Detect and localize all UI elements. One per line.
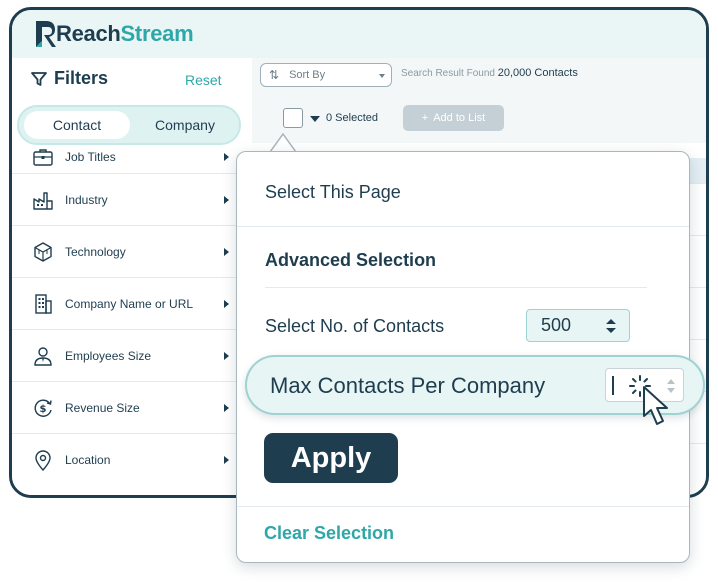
brand-name-part1: Reach	[56, 21, 121, 46]
sort-by-placeholder: Sort By	[289, 69, 326, 81]
divider	[265, 287, 647, 288]
brand-name: ReachStream	[56, 21, 194, 47]
advanced-selection-heading: Advanced Selection	[265, 250, 437, 270]
chevron-right-icon	[224, 299, 229, 308]
chevron-right-icon	[224, 351, 229, 360]
max-contacts-per-company-row: Max Contacts Per Company	[245, 355, 705, 415]
chevron-right-icon	[224, 456, 229, 464]
filter-label-industry: Industry	[65, 192, 108, 207]
add-to-list-label: Add to List	[433, 112, 486, 124]
filter-list: Job Titles Industry Technology Company N…	[12, 148, 245, 486]
plus-icon: +	[421, 112, 429, 124]
filters-sidebar: Filters Reset Contact Company Job Titles	[12, 58, 245, 495]
filter-label-company-name: Company Name or URL	[65, 296, 194, 311]
caret-down-icon	[379, 74, 385, 78]
tab-company[interactable]: Company	[135, 111, 235, 139]
chevron-right-icon	[224, 403, 229, 412]
text-cursor	[612, 376, 614, 395]
app-header: ReachStream	[12, 10, 706, 58]
search-result-summary: Search Result Found 20,000 Contacts	[401, 67, 578, 79]
factory-icon	[33, 191, 53, 210]
svg-text:$: $	[40, 404, 47, 415]
dollar-cycle-icon: $	[34, 399, 52, 417]
chevron-right-icon	[224, 247, 229, 256]
filter-label-employees-size: Employees Size	[65, 348, 152, 363]
brand-logo[interactable]: ReachStream	[34, 19, 194, 49]
filter-label-technology: Technology	[65, 244, 126, 259]
person-icon	[34, 346, 52, 366]
select-all-checkbox[interactable]	[283, 108, 303, 128]
divider	[237, 506, 689, 507]
chevron-right-icon	[224, 152, 229, 161]
filters-title: Filters	[54, 68, 109, 88]
add-to-list-button[interactable]: + Add to List	[403, 105, 504, 131]
tab-contact[interactable]: Contact	[24, 111, 130, 139]
contact-company-toggle: Contact Company	[17, 105, 241, 145]
sort-icon: ⇅	[269, 68, 280, 82]
cube-icon	[34, 241, 52, 262]
selection-dropdown-caret-icon[interactable]	[310, 116, 320, 122]
filter-item-location[interactable]: Location	[12, 434, 245, 486]
filter-icon	[31, 71, 47, 86]
selected-count: 0 Selected	[326, 112, 378, 124]
results-toolbar: ⇅ Sort By Search Result Found 20,000 Con…	[252, 58, 706, 98]
num-contacts-select[interactable]: 500	[526, 309, 630, 342]
filter-item-industry[interactable]: Industry	[12, 174, 245, 226]
filter-item-technology[interactable]: Technology	[12, 226, 245, 278]
mouse-pointer-icon	[643, 386, 668, 425]
divider	[237, 226, 689, 227]
popup-pointer-tail	[270, 133, 296, 152]
filter-label-location: Location	[65, 453, 111, 467]
up-down-arrows-icon	[606, 319, 616, 333]
num-contacts-value: 500	[541, 315, 572, 335]
reset-link[interactable]: Reset	[185, 72, 222, 88]
filter-item-revenue-size[interactable]: $ Revenue Size	[12, 382, 245, 434]
filter-label-job-titles: Job Titles	[65, 149, 116, 164]
reachstream-logo-icon	[36, 21, 56, 47]
max-contacts-label: Max Contacts Per Company	[270, 373, 546, 398]
search-result-count: 20,000 Contacts	[497, 67, 578, 79]
sort-by-select[interactable]: ⇅ Sort By	[260, 63, 392, 87]
search-result-prefix: Search Result Found	[401, 68, 495, 79]
location-pin-icon	[35, 450, 51, 471]
filters-header: Filters	[30, 68, 108, 89]
filter-item-company-name[interactable]: Company Name or URL	[12, 278, 245, 330]
brand-name-part2: Stream	[120, 21, 194, 46]
filter-label-revenue-size: Revenue Size	[65, 400, 140, 415]
select-this-page-option[interactable]: Select This Page	[265, 182, 401, 203]
filter-item-employees-size[interactable]: Employees Size	[12, 330, 245, 382]
building-icon	[35, 293, 52, 314]
selection-toolbar: 0 Selected + Add to List	[252, 98, 706, 143]
clear-selection-link[interactable]: Clear Selection	[264, 523, 394, 544]
chevron-right-icon	[224, 195, 229, 204]
num-contacts-label: Select No. of Contacts	[265, 316, 445, 336]
apply-button[interactable]: Apply	[264, 433, 398, 483]
filter-item-job-titles[interactable]: Job Titles	[12, 140, 245, 174]
briefcase-icon	[33, 148, 53, 166]
